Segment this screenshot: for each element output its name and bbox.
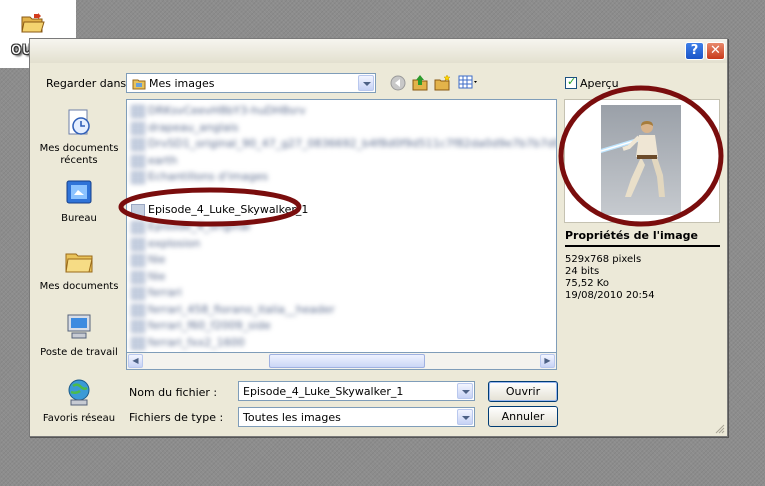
chevron-down-icon[interactable] [358, 75, 374, 91]
resize-grip-icon[interactable] [715, 424, 725, 434]
preview-checkbox[interactable] [565, 75, 577, 89]
folder-icon [131, 170, 145, 184]
file-name: fée [148, 270, 166, 283]
look-in-value: Mes images [149, 77, 215, 90]
file-name: ferrari [148, 286, 182, 299]
list-item[interactable]: Episode_4_original [131, 220, 250, 234]
place-my-documents[interactable]: Mes documents [36, 245, 122, 293]
scroll-right-icon[interactable]: ▶ [540, 354, 555, 368]
filetype-value: Toutes les images [243, 411, 341, 424]
open-folder-icon [21, 13, 45, 33]
property-date: 19/08/2010 20:54 [565, 290, 655, 301]
computer-icon [67, 314, 91, 339]
horizontal-scrollbar[interactable]: ◀ ▶ [126, 352, 557, 370]
image-file-icon [131, 253, 145, 267]
recent-documents-icon [68, 109, 90, 135]
back-icon[interactable] [390, 75, 406, 91]
properties-title: Propriétés de l'image [565, 229, 698, 242]
list-item[interactable]: ferrari_fxx2_1600 [131, 336, 245, 350]
preview-image [599, 105, 681, 215]
image-file-icon [131, 203, 145, 217]
desktop-icon [66, 180, 92, 204]
cancel-button[interactable]: Annuler [488, 406, 558, 427]
image-file-icon [131, 121, 145, 135]
place-label: Poste de travail [40, 347, 118, 358]
place-recent-documents[interactable]: Mes documents récents [36, 107, 122, 167]
image-file-icon [131, 270, 145, 284]
places-bar: Mes documents récents Bureau Mes documen… [36, 99, 122, 429]
title-bar: ? ✕ [30, 39, 727, 63]
list-item[interactable]: DRKsvCeevH8bY3-huDH8srv [131, 104, 306, 118]
place-label: Mes documents récents [39, 143, 119, 166]
place-desktop[interactable]: Bureau [36, 177, 122, 225]
up-folder-icon[interactable] [412, 74, 428, 91]
preview-label: Aperçu [580, 77, 619, 90]
scroll-thumb[interactable] [269, 354, 425, 368]
view-menu-icon[interactable] [458, 75, 480, 90]
filename-value: Episode_4_Luke_Skywalker_1 [243, 385, 404, 398]
list-item[interactable]: ferrari_f60_f2009_side [131, 319, 271, 333]
image-file-icon [131, 237, 145, 251]
filetype-label: Fichiers de type : [129, 411, 224, 424]
image-file-icon [131, 154, 145, 168]
image-file-icon [131, 319, 145, 333]
place-network[interactable]: Favoris réseau [36, 377, 122, 425]
network-icon [68, 379, 90, 406]
file-name: ferrari_fxx2_1600 [148, 336, 245, 349]
close-button[interactable]: ✕ [706, 42, 725, 60]
place-label: Bureau [61, 213, 97, 224]
image-file-icon [131, 303, 145, 317]
filename-field[interactable]: Episode_4_Luke_Skywalker_1 [238, 381, 475, 401]
open-button[interactable]: Ouvrir [488, 381, 558, 402]
list-item-selected[interactable]: Episode_4_Luke_Skywalker_1 [131, 203, 308, 217]
file-name: drapeau_anglais [148, 121, 239, 134]
file-name: ferrari_458_fiorano_italia__header [148, 303, 335, 316]
preview-pane [564, 99, 720, 223]
chevron-down-icon[interactable] [457, 383, 473, 399]
file-name: DrvSD1_original_90_47_g27_0836692_b4f8d0… [148, 137, 557, 150]
filename-label: Nom du fichier : [129, 386, 218, 399]
new-folder-icon[interactable] [434, 74, 451, 91]
place-label: Favoris réseau [42, 413, 116, 424]
image-file-icon [131, 286, 145, 300]
image-file-icon [131, 104, 145, 118]
place-label: Mes documents [39, 281, 119, 292]
list-item[interactable]: ferrari [131, 286, 182, 300]
help-button[interactable]: ? [685, 42, 704, 60]
file-name: earth [148, 154, 178, 167]
filetype-dropdown[interactable]: Toutes les images [238, 407, 475, 427]
list-item[interactable]: drapeau_anglais [131, 121, 239, 135]
property-bit-depth: 24 bits [565, 266, 600, 277]
documents-folder-icon [65, 253, 93, 273]
place-my-computer[interactable]: Poste de travail [36, 311, 122, 359]
image-file-icon [131, 220, 145, 234]
file-name: ferrari_f60_f2009_side [148, 319, 271, 332]
list-item[interactable]: DrvSD1_original_90_47_g27_0836692_b4f8d0… [131, 137, 557, 151]
file-name: explosion [148, 237, 201, 250]
list-item[interactable]: fée [131, 270, 165, 284]
pictures-folder-icon [132, 79, 146, 90]
file-name: DRKsvCeevH8bY3-huDH8srv [148, 104, 306, 117]
scroll-left-icon[interactable]: ◀ [128, 354, 143, 368]
look-in-label: Regarder dans : [46, 77, 134, 90]
image-file-icon [131, 336, 145, 350]
file-name: Episode_4_original [148, 220, 251, 233]
list-item[interactable]: explosion [131, 237, 200, 251]
open-file-dialog: ? ✕ Regarder dans : Mes images Aperçu [29, 38, 728, 437]
properties-divider [565, 245, 720, 247]
property-size: 75,52 Ko [565, 278, 609, 289]
image-file-icon [131, 137, 145, 151]
list-item[interactable]: ferrari_458_fiorano_italia__header [131, 303, 335, 317]
file-list[interactable]: DRKsvCeevH8bY3-huDH8srv drapeau_anglais … [126, 99, 557, 370]
property-dimensions: 529x768 pixels [565, 254, 642, 265]
file-name: Echantillons d'images [148, 170, 269, 183]
list-item[interactable]: earth [131, 154, 177, 168]
list-item[interactable]: fée [131, 253, 165, 267]
look-in-dropdown[interactable]: Mes images [126, 73, 376, 93]
chevron-down-icon[interactable] [457, 409, 473, 425]
file-name: fée [148, 253, 166, 266]
file-name: Episode_4_Luke_Skywalker_1 [148, 203, 309, 216]
list-item[interactable]: Echantillons d'images [131, 170, 268, 184]
